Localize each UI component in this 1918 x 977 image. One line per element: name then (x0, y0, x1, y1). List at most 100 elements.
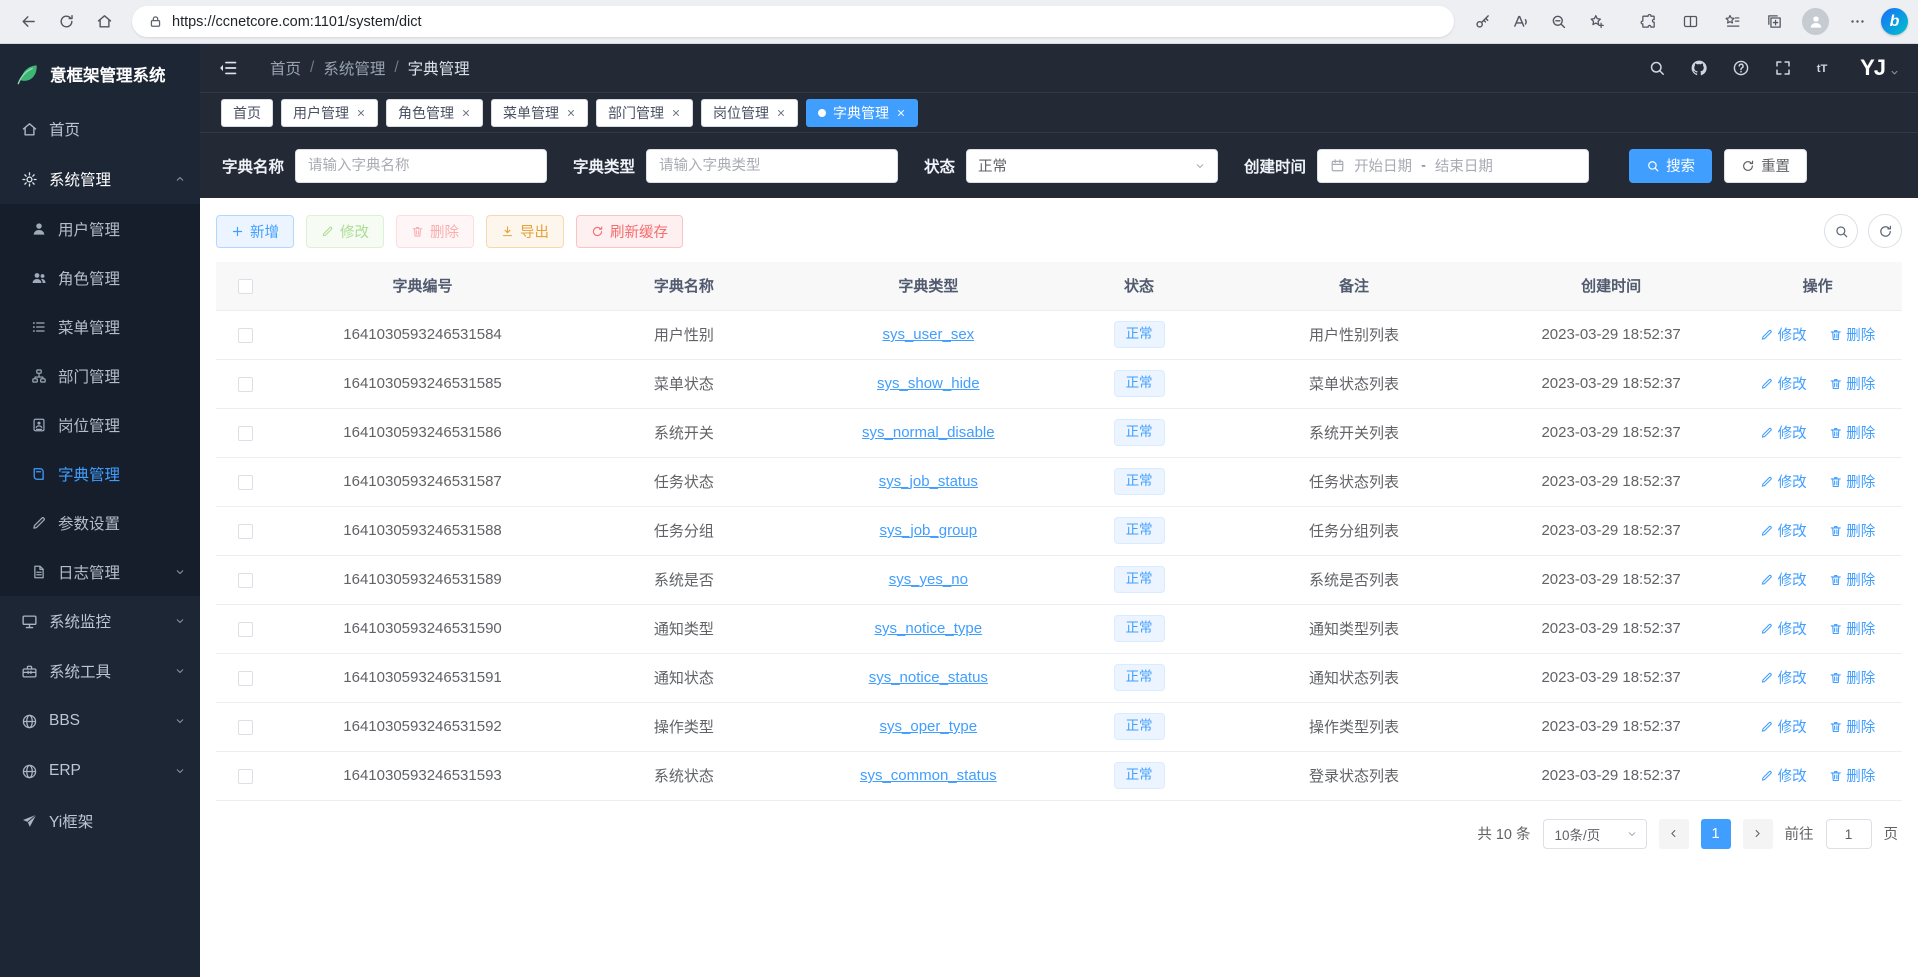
navbar-tool-button[interactable] (1766, 51, 1800, 85)
sidebar-menu-item[interactable]: Yi框架 (0, 796, 200, 846)
sidebar-submenu-item[interactable]: 岗位管理 (0, 400, 200, 449)
dict-type-link[interactable]: sys_notice_status (869, 669, 988, 686)
dict-type-link[interactable]: sys_show_hide (877, 375, 980, 392)
browser-toolbar-button[interactable] (1502, 5, 1538, 39)
dict-type-link[interactable]: sys_yes_no (889, 571, 968, 588)
sidebar-submenu-item[interactable]: 部门管理 (0, 351, 200, 400)
close-icon[interactable] (566, 108, 576, 118)
sidebar-submenu-item[interactable]: 角色管理 (0, 253, 200, 302)
refresh-cache-button[interactable]: 刷新缓存 (576, 215, 683, 248)
sidebar-submenu-item[interactable]: 日志管理 (0, 547, 200, 596)
sidebar-menu-item[interactable]: ERP (0, 746, 200, 796)
row-delete-link[interactable]: 删除 (1829, 716, 1876, 737)
close-icon[interactable] (461, 108, 471, 118)
add-button[interactable]: 新增 (216, 215, 294, 248)
tab[interactable]: 岗位管理 (701, 99, 798, 127)
browser-nav-button[interactable] (86, 5, 122, 39)
edit-button[interactable]: 修改 (306, 215, 384, 248)
sidebar-menu-item[interactable]: 系统监控 (0, 596, 200, 646)
user-menu[interactable]: YJ (1860, 57, 1900, 79)
row-edit-link[interactable]: 修改 (1760, 667, 1807, 688)
row-delete-link[interactable]: 删除 (1829, 471, 1876, 492)
browser-toolbar-button[interactable] (1540, 5, 1576, 39)
close-icon[interactable] (671, 108, 681, 118)
row-checkbox[interactable] (238, 671, 253, 686)
row-edit-link[interactable]: 修改 (1760, 569, 1807, 590)
prev-page-button[interactable] (1659, 819, 1689, 849)
sidebar-submenu-item[interactable]: 用户管理 (0, 204, 200, 253)
row-checkbox[interactable] (238, 377, 253, 392)
row-checkbox[interactable] (238, 524, 253, 539)
profile-avatar[interactable] (1802, 8, 1829, 35)
tab[interactable]: 角色管理 (386, 99, 483, 127)
breadcrumb-item[interactable]: 字典管理 (408, 57, 470, 79)
navbar-tool-button[interactable] (1808, 51, 1842, 85)
browser-menu-button[interactable] (1839, 5, 1875, 39)
toggle-search-button[interactable] (1824, 214, 1858, 248)
dict-type-link[interactable]: sys_oper_type (880, 718, 978, 735)
address-bar[interactable]: https://ccnetcore.com:1101/system/dict (132, 6, 1454, 37)
browser-toolbar-button[interactable] (1464, 5, 1500, 39)
row-edit-link[interactable]: 修改 (1760, 520, 1807, 541)
row-delete-link[interactable]: 删除 (1829, 324, 1876, 345)
row-checkbox[interactable] (238, 475, 253, 490)
search-button[interactable]: 搜索 (1629, 149, 1712, 183)
row-edit-link[interactable]: 修改 (1760, 618, 1807, 639)
date-range-picker[interactable]: 开始日期 - 结束日期 (1317, 149, 1589, 183)
sidebar-toggle-button[interactable] (218, 58, 238, 78)
breadcrumb-item[interactable]: 首页 (270, 57, 301, 79)
tab[interactable]: 用户管理 (281, 99, 378, 127)
goto-page-input[interactable] (1826, 819, 1872, 849)
close-icon[interactable] (896, 108, 906, 118)
row-edit-link[interactable]: 修改 (1760, 324, 1807, 345)
tab[interactable]: 部门管理 (596, 99, 693, 127)
browser-nav-button[interactable] (48, 5, 84, 39)
sidebar-menu-item[interactable]: 首页 (0, 104, 200, 154)
row-edit-link[interactable]: 修改 (1760, 373, 1807, 394)
row-checkbox[interactable] (238, 769, 253, 784)
current-page-button[interactable]: 1 (1701, 819, 1731, 849)
dict-type-link[interactable]: sys_job_group (880, 522, 978, 539)
row-edit-link[interactable]: 修改 (1760, 716, 1807, 737)
page-size-select[interactable]: 10条/页 (1543, 819, 1647, 849)
select-all-checkbox[interactable] (238, 279, 253, 294)
row-checkbox[interactable] (238, 622, 253, 637)
browser-toolbar-button[interactable] (1630, 5, 1666, 39)
dict-type-link[interactable]: sys_job_status (879, 473, 978, 490)
row-delete-link[interactable]: 删除 (1829, 569, 1876, 590)
navbar-tool-button[interactable] (1724, 51, 1758, 85)
tab[interactable]: 菜单管理 (491, 99, 588, 127)
navbar-tool-button[interactable] (1640, 51, 1674, 85)
next-page-button[interactable] (1743, 819, 1773, 849)
sidebar-menu-item[interactable]: 系统管理 (0, 154, 200, 204)
dict-type-link[interactable]: sys_notice_type (875, 620, 983, 637)
row-delete-link[interactable]: 删除 (1829, 373, 1876, 394)
sidebar-menu-item[interactable]: BBS (0, 696, 200, 746)
dict-name-input[interactable] (295, 149, 547, 183)
dict-type-input[interactable] (646, 149, 898, 183)
sidebar-submenu-item[interactable]: 菜单管理 (0, 302, 200, 351)
tab[interactable]: 首页 (221, 99, 273, 127)
sidebar-menu-item[interactable]: 系统工具 (0, 646, 200, 696)
row-delete-link[interactable]: 删除 (1829, 765, 1876, 786)
tab[interactable]: 字典管理 (806, 99, 918, 127)
row-edit-link[interactable]: 修改 (1760, 765, 1807, 786)
row-delete-link[interactable]: 删除 (1829, 667, 1876, 688)
browser-nav-button[interactable] (10, 5, 46, 39)
row-checkbox[interactable] (238, 328, 253, 343)
close-icon[interactable] (776, 108, 786, 118)
dict-type-link[interactable]: sys_common_status (860, 767, 997, 784)
dict-type-link[interactable]: sys_user_sex (882, 326, 974, 343)
sidebar-submenu-item[interactable]: 字典管理 (0, 449, 200, 498)
browser-toolbar-button[interactable] (1714, 5, 1750, 39)
row-delete-link[interactable]: 删除 (1829, 618, 1876, 639)
reset-button[interactable]: 重置 (1724, 149, 1807, 183)
sidebar-submenu-item[interactable]: 参数设置 (0, 498, 200, 547)
close-icon[interactable] (356, 108, 366, 118)
browser-toolbar-button[interactable] (1578, 5, 1614, 39)
refresh-table-button[interactable] (1868, 214, 1902, 248)
navbar-tool-button[interactable] (1682, 51, 1716, 85)
dict-type-link[interactable]: sys_normal_disable (862, 424, 995, 441)
row-edit-link[interactable]: 修改 (1760, 422, 1807, 443)
bing-copilot-button[interactable]: b (1881, 8, 1908, 35)
